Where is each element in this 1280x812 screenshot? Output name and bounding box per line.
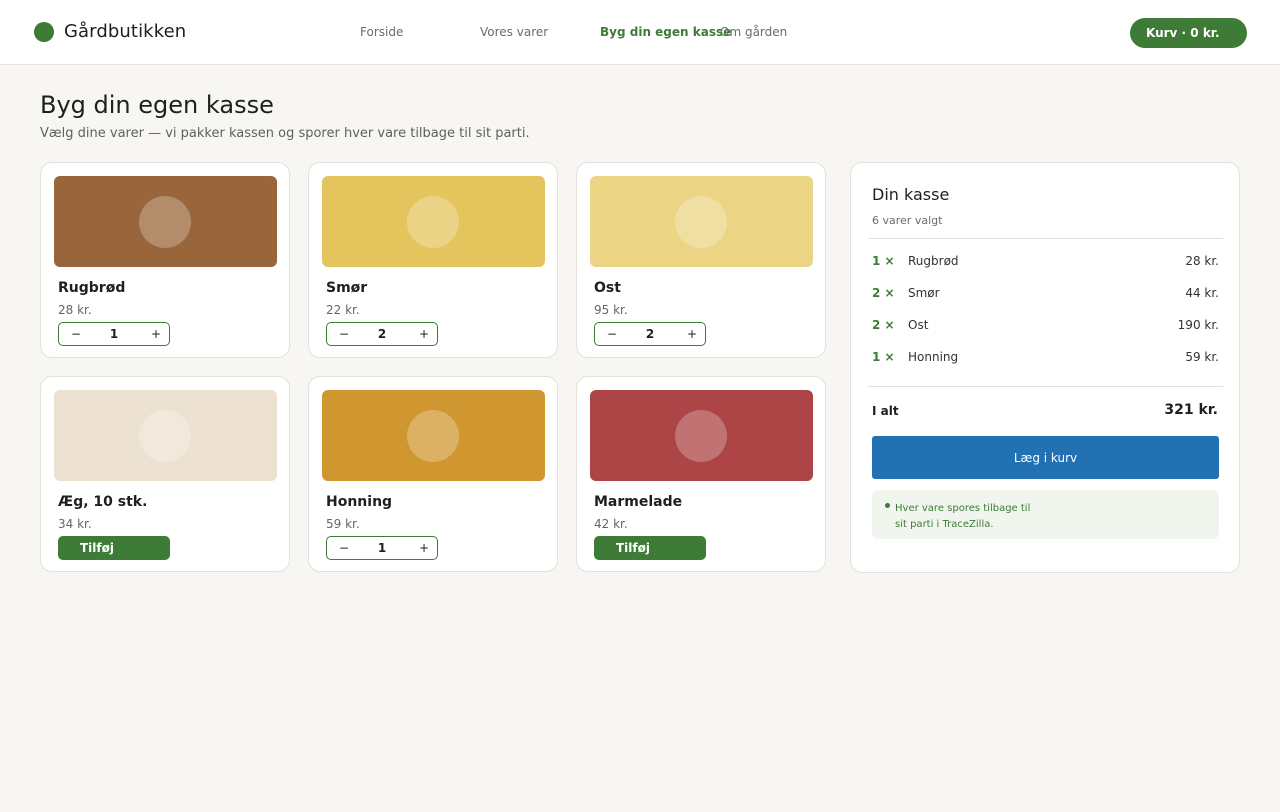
brand-name[interactable]: Gårdbutikken bbox=[64, 21, 186, 42]
increase-button[interactable]: + bbox=[687, 327, 697, 341]
product-card-honning: Honning 59 kr. 1 − + bbox=[308, 376, 558, 572]
traceability-note: Hver vare spores tilbage til sit parti i… bbox=[872, 490, 1219, 539]
product-card-smoer: Smør 22 kr. 2 − + bbox=[308, 162, 558, 358]
product-name: Rugbrød bbox=[58, 280, 126, 296]
increase-button[interactable]: + bbox=[151, 327, 161, 341]
product-name: Ost bbox=[594, 280, 621, 296]
total-label: I alt bbox=[872, 404, 899, 418]
line-name: Honning bbox=[908, 350, 959, 364]
product-image bbox=[590, 390, 813, 481]
box-summary-panel: Din kasse 6 varer valgt 1 × Rugbrød 28 k… bbox=[850, 162, 1240, 573]
line-quantity: 1 × bbox=[872, 350, 895, 364]
line-total: 59 kr. bbox=[1185, 350, 1219, 364]
product-name: Æg, 10 stk. bbox=[58, 494, 148, 510]
product-price: 34 kr. bbox=[58, 517, 92, 531]
product-image-placeholder bbox=[139, 410, 191, 462]
product-card-marmelade: Marmelade 42 kr. Tilføj bbox=[576, 376, 826, 572]
decrease-button[interactable]: − bbox=[71, 327, 81, 341]
quantity-stepper: 1 − + bbox=[58, 322, 170, 346]
divider bbox=[868, 386, 1223, 387]
product-image bbox=[54, 390, 277, 481]
product-image bbox=[322, 390, 545, 481]
add-button[interactable]: Tilføj bbox=[58, 536, 170, 560]
product-card-aeg: Æg, 10 stk. 34 kr. Tilføj bbox=[40, 376, 290, 572]
product-image bbox=[322, 176, 545, 267]
total-value: 321 kr. bbox=[1164, 402, 1218, 418]
product-name: Smør bbox=[326, 280, 368, 296]
bullet-icon bbox=[885, 503, 890, 508]
line-total: 28 kr. bbox=[1185, 254, 1219, 268]
nav-link-vores-varer[interactable]: Vores varer bbox=[480, 25, 548, 39]
traceability-note-text: Hver vare spores tilbage til sit parti i… bbox=[895, 503, 1031, 530]
page-subtitle: Vælg dine varer — vi pakker kassen og sp… bbox=[40, 126, 530, 141]
product-price: 59 kr. bbox=[326, 517, 360, 531]
product-image-placeholder bbox=[675, 410, 727, 462]
line-quantity: 2 × bbox=[872, 286, 895, 300]
line-quantity: 2 × bbox=[872, 318, 895, 332]
quantity-stepper: 1 − + bbox=[326, 536, 438, 560]
divider bbox=[868, 238, 1223, 239]
product-card-rugbroed: Rugbrød 28 kr. 1 − + bbox=[40, 162, 290, 358]
product-price: 22 kr. bbox=[326, 303, 360, 317]
product-card-ost: Ost 95 kr. 2 − + bbox=[576, 162, 826, 358]
line-name: Ost bbox=[908, 318, 929, 332]
add-to-cart-button[interactable]: Læg i kurv bbox=[872, 436, 1219, 479]
logo-icon[interactable] bbox=[34, 22, 54, 42]
product-price: 28 kr. bbox=[58, 303, 92, 317]
line-name: Smør bbox=[908, 286, 940, 300]
summary-item-count: 6 varer valgt bbox=[872, 214, 943, 227]
summary-line: 1 × Rugbrød 28 kr. bbox=[872, 254, 1219, 270]
product-name: Marmelade bbox=[594, 494, 683, 510]
site-header: Gårdbutikken Forside Vores varer Byg din… bbox=[0, 0, 1280, 65]
summary-line: 2 × Ost 190 kr. bbox=[872, 318, 1219, 334]
product-image-placeholder bbox=[675, 196, 727, 248]
cart-button[interactable]: Kurv · 0 kr. bbox=[1130, 18, 1247, 48]
product-image bbox=[590, 176, 813, 267]
page-title: Byg din egen kasse bbox=[40, 91, 274, 119]
decrease-button[interactable]: − bbox=[339, 327, 349, 341]
add-button[interactable]: Tilføj bbox=[594, 536, 706, 560]
decrease-button[interactable]: − bbox=[607, 327, 617, 341]
nav-link-om-gaarden[interactable]: Om gården bbox=[720, 25, 787, 39]
summary-title: Din kasse bbox=[872, 185, 950, 204]
product-image bbox=[54, 176, 277, 267]
product-name: Honning bbox=[326, 494, 393, 510]
quantity-stepper: 2 − + bbox=[594, 322, 706, 346]
line-name: Rugbrød bbox=[908, 254, 959, 268]
nav-link-byg-kasse[interactable]: Byg din egen kasse bbox=[600, 25, 731, 39]
increase-button[interactable]: + bbox=[419, 541, 429, 555]
decrease-button[interactable]: − bbox=[339, 541, 349, 555]
product-image-placeholder bbox=[407, 196, 459, 248]
product-image-placeholder bbox=[139, 196, 191, 248]
product-image-placeholder bbox=[407, 410, 459, 462]
product-price: 95 kr. bbox=[594, 303, 628, 317]
summary-line: 2 × Smør 44 kr. bbox=[872, 286, 1219, 302]
increase-button[interactable]: + bbox=[419, 327, 429, 341]
line-total: 44 kr. bbox=[1185, 286, 1219, 300]
product-price: 42 kr. bbox=[594, 517, 628, 531]
line-quantity: 1 × bbox=[872, 254, 895, 268]
summary-line: 1 × Honning 59 kr. bbox=[872, 350, 1219, 366]
line-total: 190 kr. bbox=[1177, 318, 1219, 332]
nav-link-forside[interactable]: Forside bbox=[360, 25, 403, 39]
quantity-stepper: 2 − + bbox=[326, 322, 438, 346]
